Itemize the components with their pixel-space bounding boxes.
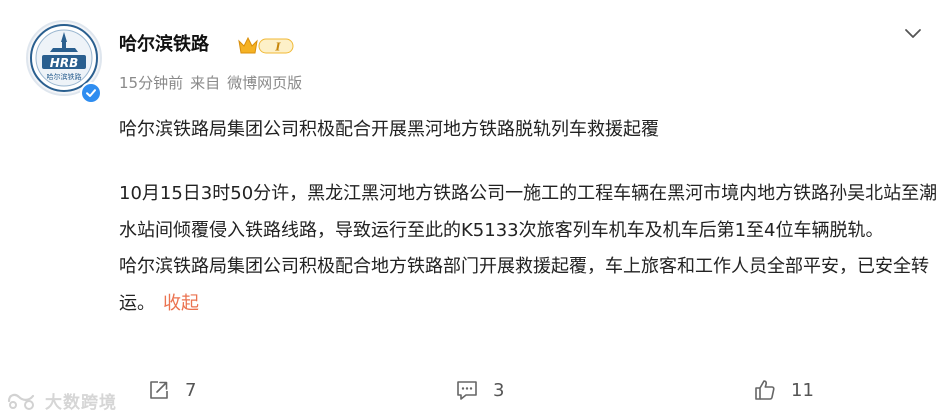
share-count: 7 xyxy=(185,379,197,401)
post-source: 微博网页版 xyxy=(227,74,303,92)
like-button[interactable]: 11 xyxy=(753,374,814,406)
crown-icon xyxy=(238,36,258,54)
svg-text:哈尔滨铁路: 哈尔滨铁路 xyxy=(47,72,82,81)
post-paragraph-last: 哈尔滨铁路局集团公司积极配合地方铁路部门开展救援起覆，车上旅客和工作人员全部平安… xyxy=(119,249,939,322)
comment-count: 3 xyxy=(493,379,505,401)
post-time[interactable]: 15分钟前 xyxy=(119,74,183,92)
thumbs-up-icon xyxy=(755,380,775,400)
post-body: 10月15日3时50分许，黑龙江黑河地方铁路公司一施工的工程车辆在黑河市境内地方… xyxy=(119,176,939,322)
post-headline: 哈尔滨铁路局集团公司积极配合开展黑河地方铁路脱轨列车救援起覆 xyxy=(119,119,659,140)
source-prefix: 来自 xyxy=(190,74,221,92)
post-paragraph: 10月15日3时50分许，黑龙江黑河地方铁路公司一施工的工程车辆在黑河市境内地方… xyxy=(119,183,938,241)
like-count: 11 xyxy=(791,379,814,401)
watermark-text: 大数跨境 xyxy=(45,393,117,413)
collapse-link[interactable]: 收起 xyxy=(163,293,199,314)
member-level-badge[interactable]: I xyxy=(237,35,295,61)
weibo-post-card: HRB 哈尔滨铁路 哈尔滨铁路 I 15分钟前 来自 微博网页版 哈尔滨铁路局集团公… xyxy=(0,0,947,420)
svg-text:HRB: HRB xyxy=(50,56,78,70)
watermark-logo-icon xyxy=(7,393,35,410)
chevron-down-icon[interactable] xyxy=(904,26,922,45)
comment-icon xyxy=(457,381,477,400)
action-bar: 7 3 11 xyxy=(0,370,947,410)
post-meta: 15分钟前 来自 微博网页版 xyxy=(119,73,309,93)
svg-text:I: I xyxy=(274,41,281,54)
watermark: 大数跨境 xyxy=(5,388,117,413)
account-name[interactable]: 哈尔滨铁路 xyxy=(119,33,209,57)
verified-check-icon xyxy=(80,82,102,104)
share-icon xyxy=(150,381,168,399)
post-paragraph-text: 哈尔滨铁路局集团公司积极配合地方铁路部门开展救援起覆，车上旅客和工作人员全部平安… xyxy=(119,256,929,314)
comment-button[interactable]: 3 xyxy=(455,374,504,406)
share-button[interactable]: 7 xyxy=(147,374,196,406)
